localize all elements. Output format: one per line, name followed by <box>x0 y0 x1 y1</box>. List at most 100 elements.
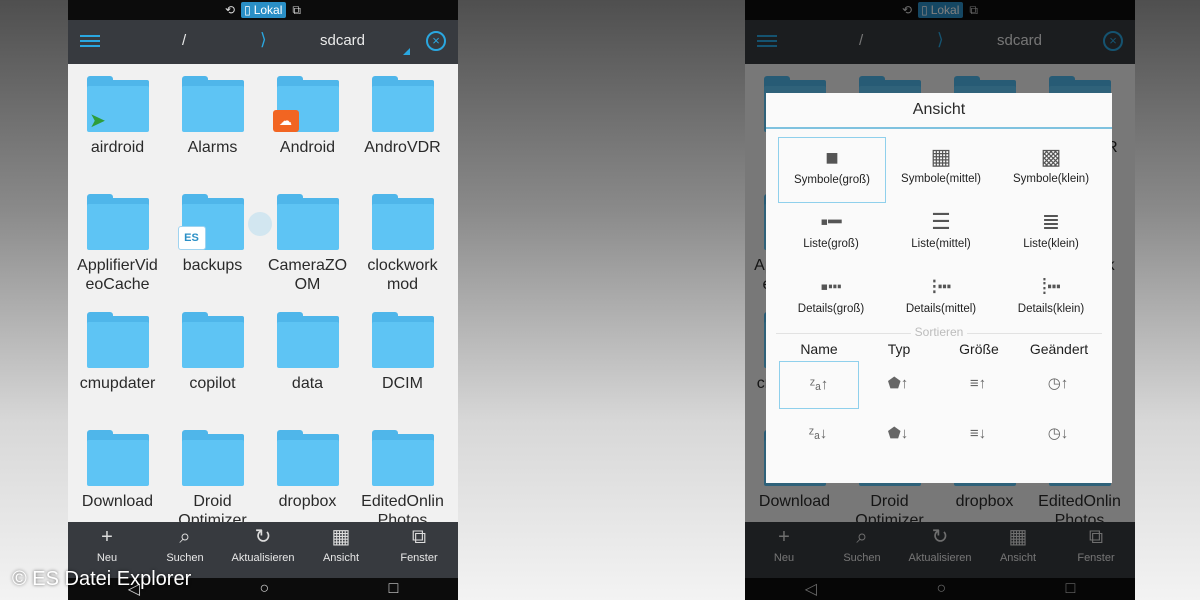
view-option-symbole-mittel[interactable]: ▦ Symbole(mittel) <box>888 137 994 201</box>
folder-front-shape <box>371 322 434 368</box>
folder-front-shape <box>181 440 244 486</box>
menu-bar-icon <box>80 40 100 42</box>
sort-column-geändert: Geändert <box>1029 341 1089 357</box>
view-mode-icon: ▦ <box>930 144 952 169</box>
toolbar-aktualisieren-button[interactable]: ↻ Aktualisieren <box>224 522 302 578</box>
folder-front-shape <box>181 86 244 132</box>
folder-item[interactable]: clockwork mod <box>355 182 450 294</box>
fenster-icon: ⧉ <box>411 526 427 548</box>
view-option-details-groß[interactable]: ▪┅ Details(groß) <box>778 267 884 331</box>
folder-item[interactable]: EditedOnlin Photos <box>355 418 450 530</box>
view-option-label: Details(mittel) <box>905 303 977 315</box>
folder-item[interactable]: copilot <box>165 300 260 393</box>
sort-column-größe: Größe <box>959 341 999 357</box>
folder-item[interactable]: ES backups <box>165 182 260 275</box>
folder-icon <box>276 312 339 368</box>
folder-label: DCIM <box>382 375 423 392</box>
folder-item[interactable]: ➤ airdroid <box>70 64 165 157</box>
home-icon[interactable]: ○ <box>259 580 269 598</box>
folder-item[interactable]: data <box>260 300 355 393</box>
view-mode-icon: ☰ <box>931 209 951 234</box>
chevron-right-icon: ⟩ <box>260 30 267 49</box>
airdroid-badge-icon: ➤ <box>89 110 106 132</box>
lokal-label: Lokal <box>253 3 283 17</box>
folder-label: data <box>291 375 324 392</box>
sort-column-name: Name <box>800 341 838 357</box>
sort-column-typ: Typ <box>887 341 911 357</box>
folder-item[interactable]: Droid Optimizer <box>165 418 260 530</box>
sort-größe-ascending-icon[interactable]: ≡↑ <box>939 361 1017 407</box>
folder-item[interactable]: Download <box>70 418 165 511</box>
view-option-details-klein[interactable]: ⁞┅ Details(klein) <box>998 267 1104 331</box>
toolbar-label: Ansicht <box>322 552 360 564</box>
folder-label: copilot <box>189 375 236 392</box>
sort-typ-descending-icon[interactable]: ⬟↓ <box>859 411 937 457</box>
folder-label: Android <box>279 139 336 156</box>
toolbar-label: Aktualisieren <box>231 552 295 564</box>
folder-icon <box>276 430 339 486</box>
view-option-symbole-groß[interactable]: ■ Symbole(groß) <box>778 137 886 203</box>
view-option-liste-groß[interactable]: ▪━ Liste(groß) <box>778 202 884 266</box>
folder-label: ApplifierVid eoCache <box>77 257 158 293</box>
view-option-liste-mittel[interactable]: ☰ Liste(mittel) <box>888 202 994 266</box>
view-mode-icon: ⁞┅ <box>1041 274 1061 299</box>
view-options: ■ Symbole(groß) ▦ Symbole(mittel) ▩ Symbole(k… <box>766 129 1112 325</box>
folder-icon <box>86 312 149 368</box>
folder-icon: ES <box>177 194 244 250</box>
sort-geändert-descending-icon[interactable]: ◷↓ <box>1019 411 1097 457</box>
ansicht-icon: ▦ <box>331 526 351 548</box>
path-current[interactable]: sdcard <box>320 32 365 49</box>
folder-item[interactable]: Alarms <box>165 64 260 157</box>
window-icon: ⧉ <box>292 3 301 17</box>
view-mode-icon: ▪┅ <box>820 274 842 299</box>
sort-header: Sortieren <box>766 325 1112 341</box>
touch-ripple <box>248 212 272 236</box>
folder-item[interactable]: AndroVDR <box>355 64 450 157</box>
view-option-details-mittel[interactable]: ⁝┅ Details(mittel) <box>888 267 994 331</box>
view-option-label: Liste(groß) <box>803 238 859 250</box>
toolbar-ansicht-button[interactable]: ▦ Ansicht <box>302 522 380 578</box>
view-option-symbole-klein[interactable]: ▩ Symbole(klein) <box>998 137 1104 201</box>
sort-name-descending-icon[interactable]: ᶻₐ↓ <box>779 411 857 457</box>
dialog-title: Ansicht <box>766 93 1112 129</box>
folder-front-shape <box>86 322 149 368</box>
toolbar-fenster-button[interactable]: ⧉ Fenster <box>380 522 458 578</box>
folder-item[interactable]: DCIM <box>355 300 450 393</box>
menu-bar-icon <box>80 35 100 37</box>
folder-front-shape <box>276 322 339 368</box>
view-option-liste-klein[interactable]: ≣ Liste(klein) <box>998 202 1104 266</box>
folder-icon <box>371 430 434 486</box>
close-icon[interactable]: × <box>426 31 446 51</box>
folder-item[interactable]: cmupdater <box>70 300 165 393</box>
folder-item[interactable]: ApplifierVid eoCache <box>70 182 165 294</box>
folder-item[interactable]: CameraZO OM <box>260 182 355 294</box>
suchen-icon: ⌕ <box>179 526 191 548</box>
phone-screen-right: ⟲ ▯ Lokal ⧉ / ⟩ sdcard × ➤airdroidAlarms… <box>745 0 1135 600</box>
folder-item[interactable]: ☁ Android <box>260 64 355 157</box>
neu-icon: + <box>101 526 113 548</box>
sort-größe-descending-icon[interactable]: ≡↓ <box>939 411 1017 457</box>
watermark: © ES Datei Explorer <box>12 568 192 590</box>
view-dialog: Ansicht ■ Symbole(groß) ▦ Symbole(mittel) ▩ S… <box>766 93 1112 483</box>
sync-icon: ⟲ <box>225 3 236 17</box>
lokal-badge[interactable]: ▯ Lokal <box>241 2 287 18</box>
folder-front-shape <box>86 440 149 486</box>
folder-item[interactable]: dropbox <box>260 418 355 511</box>
path-root[interactable]: / <box>182 32 186 49</box>
folder-label: CameraZO OM <box>267 257 348 293</box>
view-mode-icon: ≣ <box>1041 209 1061 234</box>
toolbar-label: Neu <box>96 552 118 564</box>
menu-button[interactable] <box>80 32 100 52</box>
folder-front-shape <box>276 440 339 486</box>
recents-icon[interactable]: □ <box>389 580 399 598</box>
folder-icon <box>371 312 434 368</box>
view-mode-icon: ⁝┅ <box>930 274 952 299</box>
folder-icon <box>276 194 339 250</box>
toolbar-label: Suchen <box>166 552 204 564</box>
sort-typ-ascending-icon[interactable]: ⬟↑ <box>859 361 937 407</box>
status-bar: ⟲ ▯ Lokal ⧉ <box>68 0 458 20</box>
sort-name-ascending-icon[interactable]: ᶻₐ↑ <box>779 361 859 409</box>
sort-geändert-ascending-icon[interactable]: ◷↑ <box>1019 361 1097 407</box>
view-option-label: Details(groß) <box>797 303 865 315</box>
phone-screen-left: ⟲ ▯ Lokal ⧉ / ⟩ sdcard × ➤ airdroid Alarms… <box>68 0 458 600</box>
